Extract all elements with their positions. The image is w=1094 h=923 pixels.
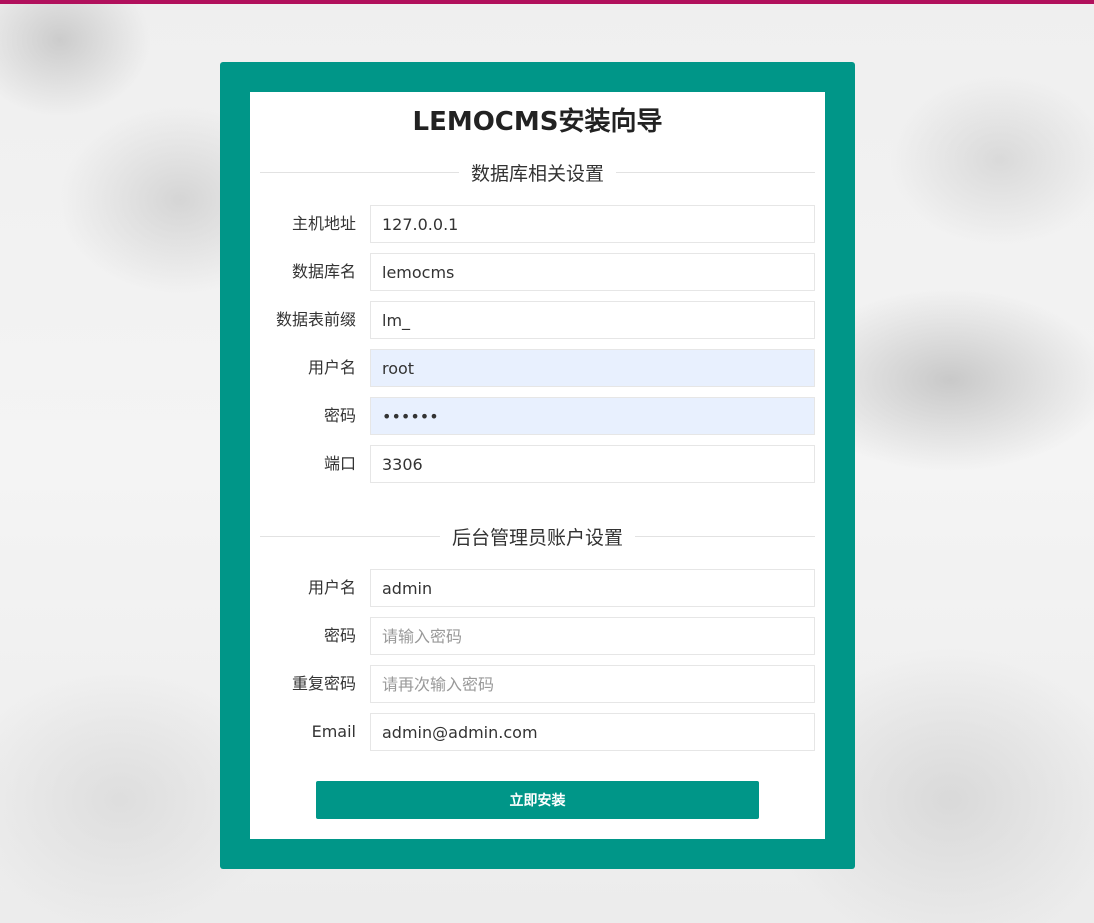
install-wizard-form: LEMOCMS安装向导 数据库相关设置 主机地址 数据库名 数据表前缀 用户名 … xyxy=(250,92,825,839)
divider-line xyxy=(260,171,459,173)
admin-email-row: Email xyxy=(250,713,825,751)
db-port-label: 端口 xyxy=(323,454,356,473)
admin-password-label: 密码 xyxy=(323,626,356,645)
db-section-title: 数据库相关设置 xyxy=(471,162,605,185)
db-password-input[interactable] xyxy=(370,397,815,435)
db-port-row: 端口 xyxy=(250,445,825,483)
db-password-row: 密码 xyxy=(250,397,825,435)
db-password-label: 密码 xyxy=(323,406,356,425)
page-title: LEMOCMS安装向导 xyxy=(412,107,663,137)
db-user-row: 用户名 xyxy=(250,349,825,387)
divider-line xyxy=(616,171,816,173)
admin-section-header: 后台管理员账户设置 xyxy=(260,524,816,549)
admin-repeat-password-input[interactable] xyxy=(370,665,815,703)
admin-repeat-password-row: 重复密码 xyxy=(250,665,825,703)
divider-line xyxy=(260,535,440,537)
db-port-input[interactable] xyxy=(370,445,815,483)
db-user-label: 用户名 xyxy=(307,358,356,377)
admin-user-row: 用户名 xyxy=(250,569,825,607)
admin-password-row: 密码 xyxy=(250,617,825,655)
db-host-label: 主机地址 xyxy=(291,214,356,233)
db-name-row: 数据库名 xyxy=(250,253,825,291)
admin-user-label: 用户名 xyxy=(307,578,356,597)
install-wizard-frame: LEMOCMS安装向导 数据库相关设置 主机地址 数据库名 数据表前缀 用户名 … xyxy=(220,62,855,869)
admin-password-input[interactable] xyxy=(370,617,815,655)
divider-line xyxy=(635,535,816,537)
admin-repeat-password-label: 重复密码 xyxy=(291,674,356,693)
db-name-label: 数据库名 xyxy=(291,262,356,281)
db-name-input[interactable] xyxy=(370,253,815,291)
admin-email-label: Email xyxy=(311,722,356,741)
install-button[interactable]: 立即安装 xyxy=(316,781,759,819)
db-host-row: 主机地址 xyxy=(250,205,825,243)
db-prefix-label: 数据表前缀 xyxy=(275,310,356,329)
db-section-header: 数据库相关设置 xyxy=(260,160,816,185)
db-prefix-input[interactable] xyxy=(370,301,815,339)
admin-email-input[interactable] xyxy=(370,713,815,751)
db-user-input[interactable] xyxy=(370,349,815,387)
top-accent-bar xyxy=(0,0,1094,4)
admin-user-input[interactable] xyxy=(370,569,815,607)
db-prefix-row: 数据表前缀 xyxy=(250,301,825,339)
db-host-input[interactable] xyxy=(370,205,815,243)
admin-section-title: 后台管理员账户设置 xyxy=(452,526,624,549)
